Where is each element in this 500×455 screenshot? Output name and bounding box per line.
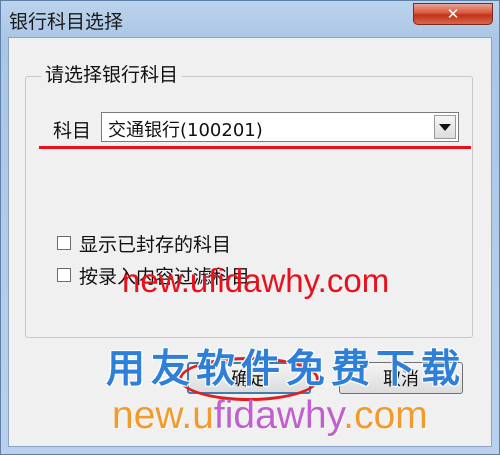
window-title: 银行科目选择 bbox=[9, 11, 124, 33]
red-annotation-underline bbox=[39, 146, 471, 149]
title-bar[interactable]: 银行科目选择 ✕ bbox=[1, 1, 499, 37]
chevron-down-icon bbox=[439, 123, 451, 131]
watermark-url-part1: new.u bbox=[112, 394, 214, 437]
filter-by-input-checkbox[interactable] bbox=[57, 268, 71, 282]
show-archived-label: 显示已封存的科目 bbox=[79, 233, 232, 256]
account-label: 科目 bbox=[53, 120, 92, 142]
close-button[interactable]: ✕ bbox=[413, 3, 493, 25]
watermark-slogan: 用友软件免费下载 bbox=[106, 347, 467, 392]
watermark-url-gradient: new.ufidawhy.com bbox=[112, 394, 428, 438]
account-combobox-value: 交通银行(100201) bbox=[108, 120, 263, 141]
dropdown-button[interactable] bbox=[434, 115, 456, 139]
watermark-url-part2: fidawhy bbox=[213, 394, 344, 437]
account-combobox[interactable]: 交通银行(100201) bbox=[101, 112, 459, 142]
close-icon: ✕ bbox=[446, 4, 460, 23]
watermark-url-part3: .com bbox=[343, 394, 428, 437]
group-title: 请选择银行科目 bbox=[41, 60, 183, 87]
show-archived-option[interactable]: 显示已封存的科目 bbox=[57, 232, 232, 256]
show-archived-checkbox[interactable] bbox=[57, 236, 71, 250]
watermark-url-red: new.ufidawhy.com bbox=[122, 262, 390, 299]
